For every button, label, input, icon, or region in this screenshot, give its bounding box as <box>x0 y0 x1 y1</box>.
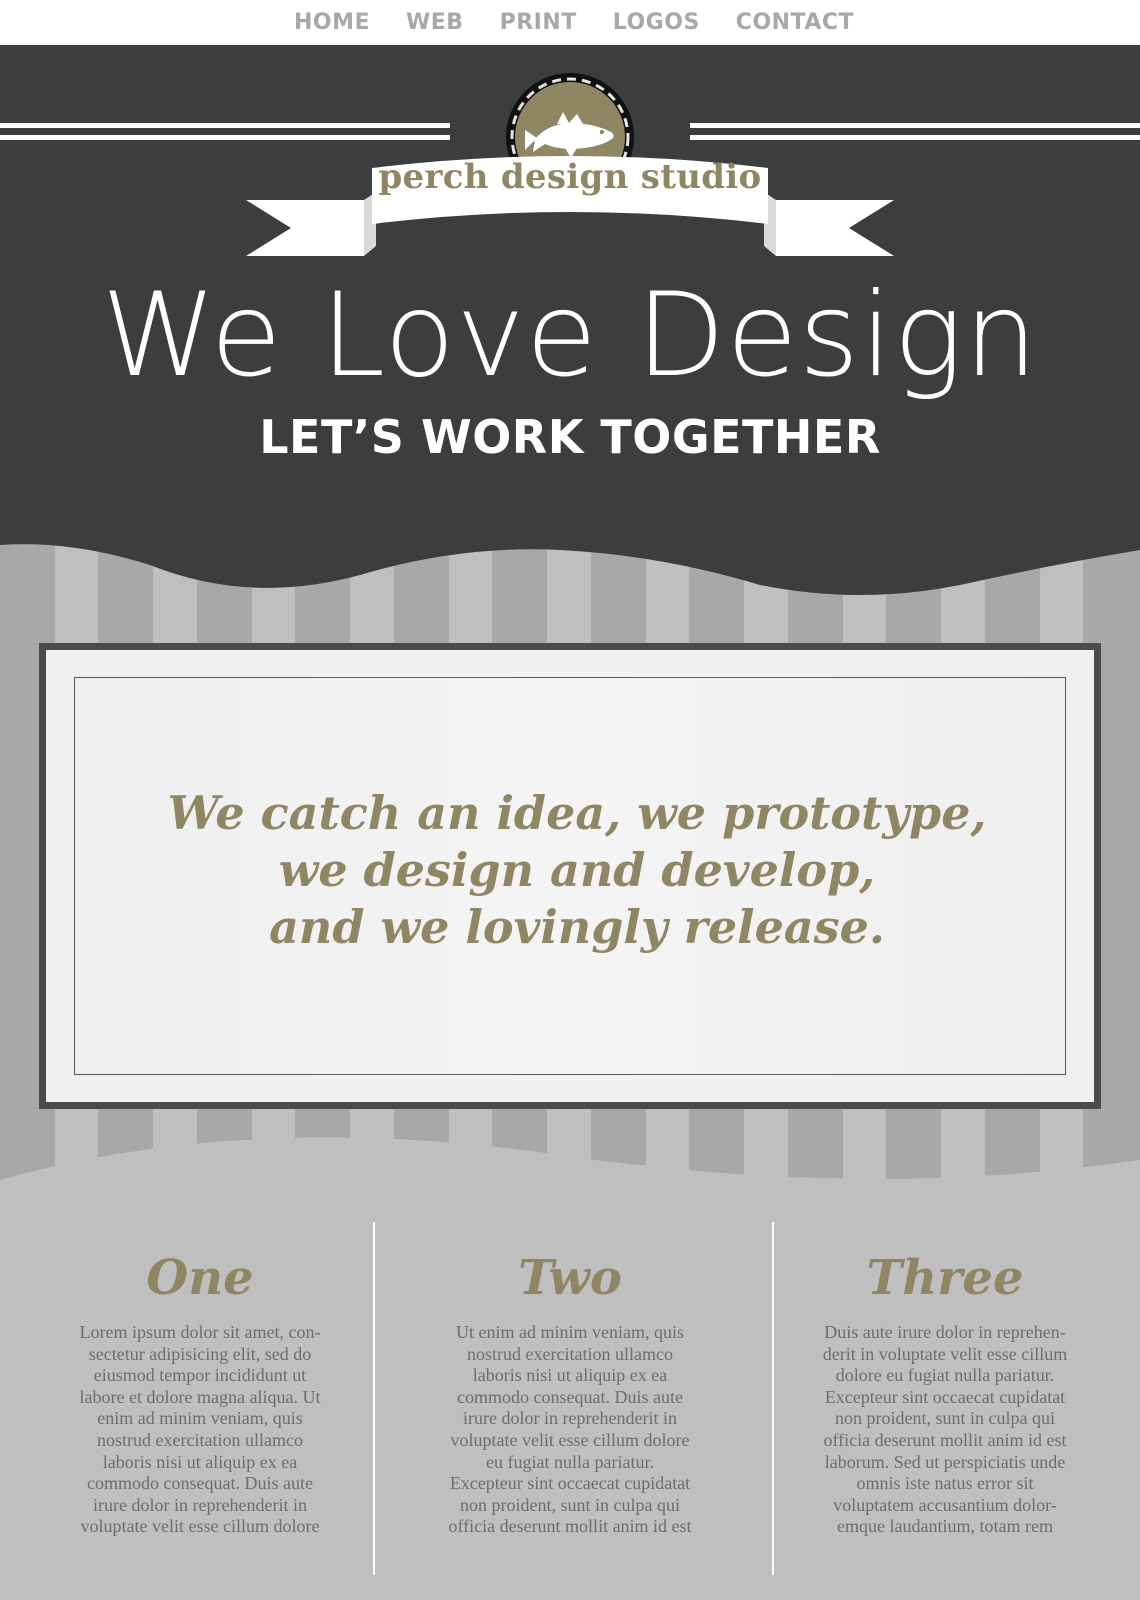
header-rule-left-top <box>0 123 450 128</box>
quote-box: We catch an idea, we prototype, we desig… <box>39 643 1101 1109</box>
column-title: Three <box>866 1250 1024 1306</box>
text-line: eu fugiat nulla pariatur. <box>486 1451 654 1472</box>
text-line: dolore eu fugiat nulla pariatur. <box>835 1365 1055 1386</box>
text-line: Excepteur sint occaecat cupidatat <box>824 1386 1066 1407</box>
nav-logos[interactable]: LOGOS <box>613 10 700 35</box>
header-rule-right-bottom <box>690 135 1140 140</box>
top-nav: HOME WEB PRINT LOGOS CONTACT <box>0 0 1140 45</box>
text-line: voluptate velit esse cillum dolore <box>450 1429 690 1450</box>
header-rule-right-top <box>690 123 1140 128</box>
text-line: sectetur adipisicing elit, sed do <box>88 1343 312 1364</box>
text-line: Duis aute irure dolor in reprehen- <box>824 1322 1066 1342</box>
column-text: Lorem ipsum dolor sit amet, con- sectetu… <box>60 1322 340 1538</box>
text-line: officia deserunt mollit anim id est <box>448 1516 692 1537</box>
quote-line: we design and develop, <box>278 843 876 897</box>
nav-contact[interactable]: CONTACT <box>736 10 854 35</box>
text-line: omnis iste natus error sit <box>856 1473 1034 1494</box>
text-line: Excepteur sint occaecat cupidatat <box>449 1473 691 1494</box>
text-line: voluptate velit esse cillum dolore <box>80 1516 320 1537</box>
feature-column-one: One Lorem ipsum dolor sit amet, con- sec… <box>60 1248 340 1538</box>
nav-home[interactable]: HOME <box>294 10 370 35</box>
quote-line: and we lovingly release. <box>269 900 885 954</box>
column-text: Duis aute irure dolor in reprehen- derit… <box>805 1322 1085 1538</box>
text-line: nostrud exercitation ullamco <box>467 1343 673 1364</box>
feature-column-two: Two Ut enim ad minim veniam, quis nostru… <box>430 1248 710 1538</box>
text-line: Ut enim ad minim veniam, quis <box>456 1322 684 1342</box>
text-line: non proident, sunt in culpa qui <box>835 1408 1055 1429</box>
text-line: derit in voluptate velit esse cillum <box>822 1343 1068 1364</box>
text-line: irure dolor in reprehenderit in <box>93 1494 307 1515</box>
text-line: nostrud exercitation ullamco <box>97 1429 303 1450</box>
nav-print[interactable]: PRINT <box>500 10 577 35</box>
text-line: labore et dolore magna aliqua. Ut <box>79 1386 321 1407</box>
text-line: irure dolor in reprehenderit in <box>463 1408 677 1429</box>
text-line: non proident, sunt in culpa qui <box>460 1494 680 1515</box>
text-line: commodo consequat. Duis aute <box>457 1386 683 1407</box>
studio-name: perch design studio <box>378 157 762 197</box>
nav-web[interactable]: WEB <box>406 10 464 35</box>
text-line: eiusmod tempor incididunt ut <box>93 1365 307 1386</box>
hero-subtitle: LET’S WORK TOGETHER <box>259 410 881 464</box>
column-title: Two <box>518 1250 622 1306</box>
text-line: officia deserunt mollit anim id est <box>823 1429 1067 1450</box>
text-line: laborum. Sed ut perspiciatis unde <box>824 1451 1066 1472</box>
text-line: voluptatem accusantium dolor- <box>833 1494 1057 1515</box>
hero-title: We Love Design <box>101 268 1039 403</box>
column-text: Ut enim ad minim veniam, quis nostrud ex… <box>430 1322 710 1538</box>
column-divider <box>373 1222 375 1575</box>
column-title: One <box>146 1250 254 1306</box>
quote-line: We catch an idea, we prototype, <box>167 786 987 840</box>
header-rule-left-bottom <box>0 135 450 140</box>
text-line: enim ad minim veniam, quis <box>97 1408 303 1429</box>
feature-column-three: Three Duis aute irure dolor in reprehen-… <box>805 1248 1085 1538</box>
text-line: emque laudantium, totam rem <box>837 1516 1053 1537</box>
column-divider <box>772 1222 774 1575</box>
text-line: laboris nisi ut aliquip ex ea <box>102 1451 298 1472</box>
text-line: Lorem ipsum dolor sit amet, con- <box>79 1322 321 1342</box>
text-line: commodo consequat. Duis aute <box>87 1473 313 1494</box>
text-line: laboris nisi ut aliquip ex ea <box>472 1365 668 1386</box>
